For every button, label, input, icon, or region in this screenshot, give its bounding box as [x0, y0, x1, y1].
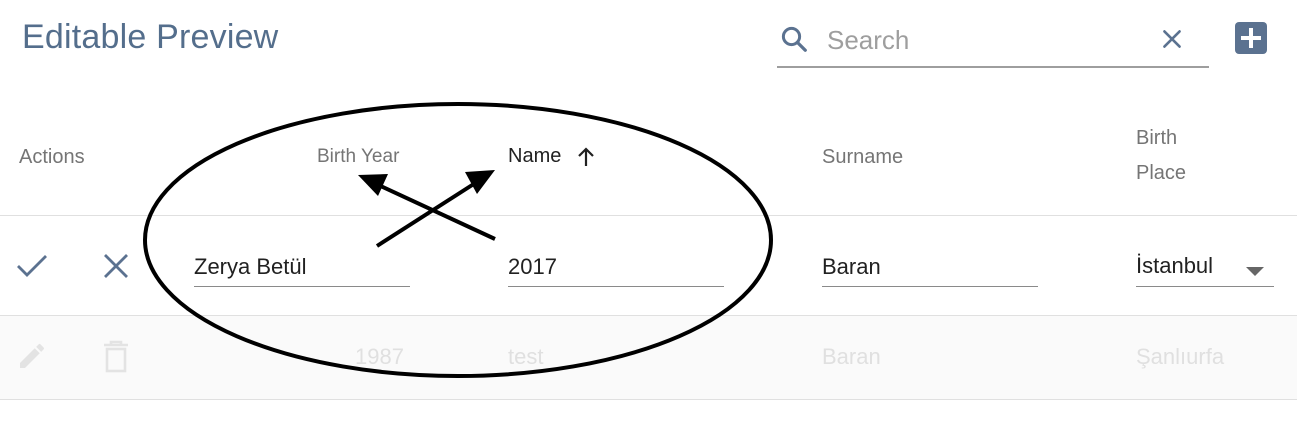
column-header-name-label: Name	[508, 145, 562, 167]
add-row-button[interactable]	[1235, 22, 1267, 54]
header-divider	[0, 215, 1297, 216]
column-header-actions: Actions	[19, 146, 85, 168]
surname-field[interactable]	[822, 250, 1038, 287]
cell-surname: Baran	[822, 344, 881, 369]
name-input[interactable]	[508, 252, 724, 282]
cell-birth-place: Şanlıurfa	[1136, 344, 1225, 369]
search-icon	[779, 24, 809, 59]
search-box[interactable]	[777, 16, 1209, 68]
annotation-arrowhead-left	[358, 174, 388, 196]
table-row: 1987 test Baran Şanlıurfa	[0, 316, 1297, 400]
birth-year-input[interactable]	[194, 252, 410, 282]
birth-place-selected-value: İstanbul	[1136, 253, 1214, 278]
add-box-icon	[1241, 28, 1261, 48]
birth-place-select[interactable]: İstanbul	[1136, 250, 1274, 287]
annotation-arrow-to-name	[375, 178, 482, 248]
trash-icon[interactable]	[102, 340, 130, 379]
column-header-birth-place-line2: Place	[1136, 162, 1187, 184]
cell-birth-year: 1987	[355, 344, 404, 369]
caret-down-icon	[1246, 264, 1264, 282]
clear-search-icon[interactable]	[1159, 26, 1185, 57]
save-row-icon[interactable]	[16, 252, 48, 285]
annotation-arrow-to-birth-year	[371, 180, 496, 241]
search-input[interactable]	[825, 22, 1149, 58]
birth-year-field[interactable]	[194, 250, 410, 287]
sort-ascending-icon	[574, 145, 598, 175]
surname-input[interactable]	[822, 252, 1038, 282]
page-title: Editable Preview	[22, 18, 279, 56]
pencil-icon[interactable]	[16, 340, 48, 377]
column-header-birth-place-line1: Birth	[1136, 127, 1178, 149]
column-header-surname[interactable]: Surname	[822, 146, 903, 169]
cell-name: test	[508, 344, 544, 369]
column-header-name[interactable]: Name	[508, 145, 594, 168]
cancel-edit-icon[interactable]	[102, 252, 130, 285]
name-field[interactable]	[508, 250, 724, 287]
column-header-birth-place[interactable]: Birth Place	[1136, 127, 1186, 185]
row-divider-bottom	[0, 399, 1297, 400]
column-header-birth-year[interactable]: Birth Year	[317, 146, 399, 168]
annotation-arrowhead-right	[465, 170, 495, 194]
